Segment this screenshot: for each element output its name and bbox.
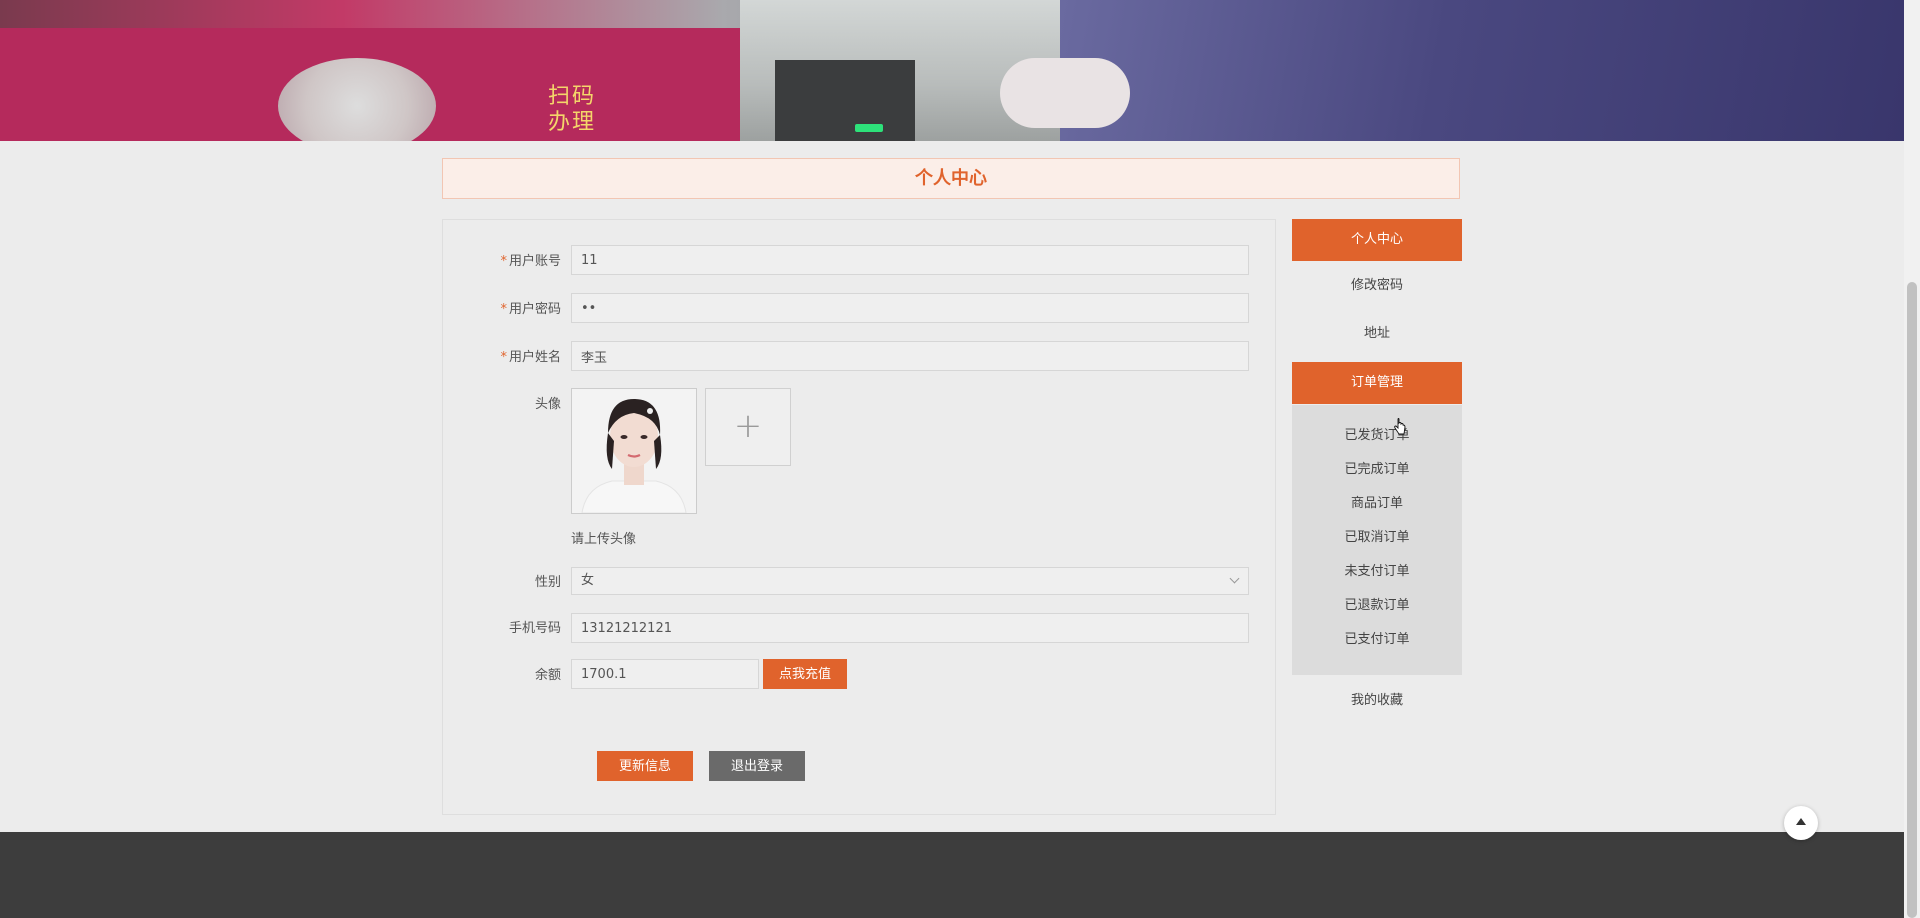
balance-input[interactable] xyxy=(571,659,759,689)
submenu-item-product-orders[interactable]: 商品订单 xyxy=(1292,489,1462,519)
password-label-text: 用户密码 xyxy=(508,302,561,317)
scrollbar-thumb[interactable] xyxy=(1907,282,1917,918)
account-input[interactable] xyxy=(571,245,1249,275)
recharge-button[interactable]: 点我充值 xyxy=(763,659,847,689)
balance-label: 余额 xyxy=(534,668,561,683)
submenu-item-shipped-orders[interactable]: 已发货订单 xyxy=(1292,421,1462,451)
logout-button[interactable]: 退出登录 xyxy=(709,751,805,781)
name-label-text: 用户姓名 xyxy=(508,350,561,365)
banner-text-line2: 办理 xyxy=(548,110,597,135)
password-label: * 用户密码 xyxy=(443,298,561,317)
name-label: * 用户姓名 xyxy=(443,346,561,365)
required-mark: * xyxy=(500,254,507,269)
submenu-item-unpaid-orders[interactable]: 未支付订单 xyxy=(1292,557,1462,587)
menu-item-change-password[interactable]: 修改密码 xyxy=(1292,265,1462,307)
avatar-label: 头像 xyxy=(534,397,561,412)
avatar-upload-button[interactable]: + xyxy=(705,388,791,466)
menu-item-personal-center[interactable]: 个人中心 xyxy=(1292,219,1462,261)
required-mark: * xyxy=(500,350,507,365)
avatar-portrait xyxy=(572,389,696,513)
gender-selected-value: 女 xyxy=(581,573,595,588)
profile-form: *用户账号 *用户密码 *用户姓名 头像 xyxy=(442,219,1276,815)
phone-input[interactable] xyxy=(571,613,1249,643)
submenu-item-cancelled-orders[interactable]: 已取消订单 xyxy=(1292,523,1462,553)
page-scrollbar[interactable] xyxy=(1904,0,1920,918)
hand-cursor-icon xyxy=(1394,418,1406,435)
plus-icon: + xyxy=(733,406,763,446)
menu-item-order-management[interactable]: 订单管理 xyxy=(1292,362,1462,404)
banner-machine-slot xyxy=(775,60,915,141)
account-label-text: 用户账号 xyxy=(508,254,561,269)
avatar-upload-tip: 请上传头像 xyxy=(571,532,637,547)
chevron-down-icon xyxy=(1229,573,1240,584)
banner-text-line1: 扫码 xyxy=(548,84,597,109)
banner-image: 扫码 办理 xyxy=(0,0,1904,141)
password-input[interactable] xyxy=(571,293,1249,323)
update-info-button[interactable]: 更新信息 xyxy=(597,751,693,781)
submenu-item-refunded-orders[interactable]: 已退款订单 xyxy=(1292,591,1462,621)
page-title: 个人中心 xyxy=(442,158,1460,199)
account-label: * 用户账号 xyxy=(443,250,561,269)
back-to-top-button[interactable] xyxy=(1784,806,1818,840)
banner-led xyxy=(855,124,883,132)
footer xyxy=(0,832,1904,918)
banner-hand xyxy=(1000,58,1130,128)
menu-item-address[interactable]: 地址 xyxy=(1292,313,1462,355)
page: 扫码 办理 个人中心 *用户账号 *用户密码 *用户姓名 头像 xyxy=(0,0,1920,918)
menu-item-favorites[interactable]: 我的收藏 xyxy=(1292,680,1462,722)
gender-select[interactable]: 女 xyxy=(571,567,1249,595)
gender-label: 性别 xyxy=(534,575,561,590)
caret-up-icon xyxy=(1796,818,1806,825)
required-mark: * xyxy=(500,302,507,317)
banner-text: 扫码 办理 xyxy=(548,84,596,136)
banner-sleeve xyxy=(1060,0,1904,141)
avatar-image[interactable] xyxy=(571,388,697,514)
order-submenu: 已发货订单 已完成订单 商品订单 已取消订单 未支付订单 已退款订单 已支付订单 xyxy=(1292,405,1462,675)
submenu-item-completed-orders[interactable]: 已完成订单 xyxy=(1292,455,1462,485)
submenu-item-paid-orders[interactable]: 已支付订单 xyxy=(1292,625,1462,655)
phone-label: 手机号码 xyxy=(508,621,561,636)
name-input[interactable] xyxy=(571,341,1249,371)
